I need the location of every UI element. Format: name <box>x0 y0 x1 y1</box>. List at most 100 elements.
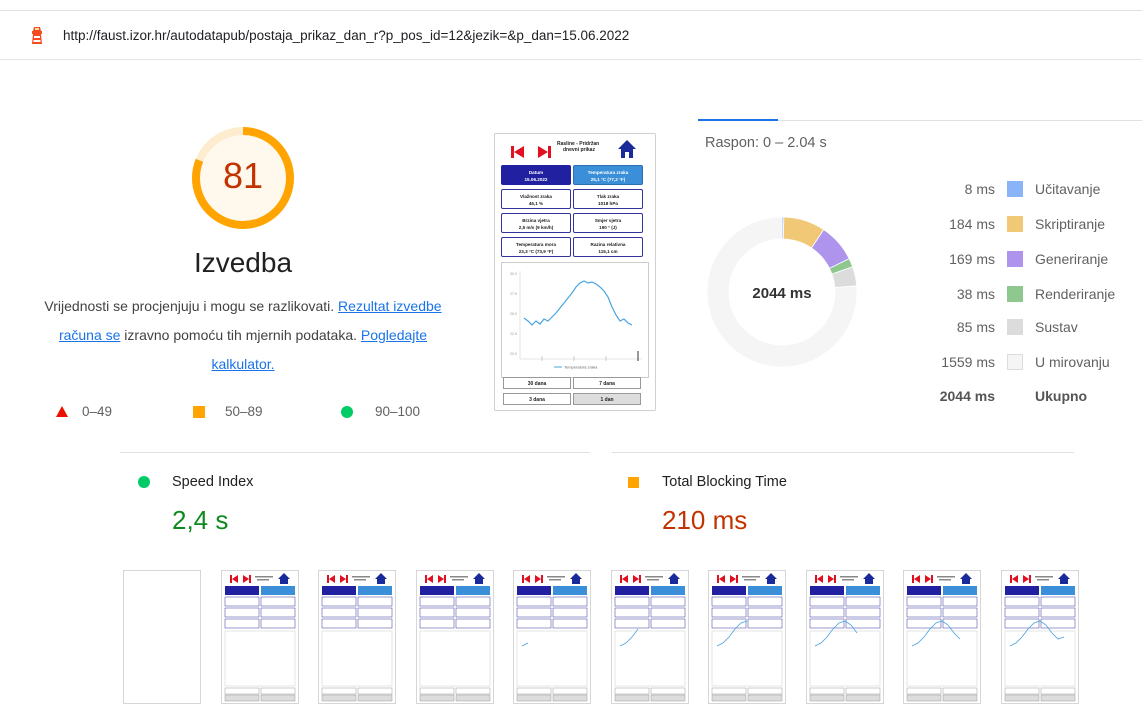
category-title: Izvedba <box>193 247 293 278</box>
breakdown-total-row: 2044 ms Ukupno <box>900 386 1087 406</box>
legend-swatch-icon <box>1007 216 1023 232</box>
breakdown-label: U mirovanju <box>1035 354 1110 370</box>
filmstrip-frame[interactable] <box>610 570 689 704</box>
metric-total-blocking-time: Total Blocking Time <box>628 474 787 490</box>
next-icon <box>538 146 548 158</box>
preview-cell-label: Datum <box>528 170 544 175</box>
orange-square-icon <box>628 476 639 488</box>
filmstrip-frame[interactable] <box>220 570 299 704</box>
preview-cell: Datum 15.06.2022 <box>501 165 571 185</box>
preview-cell-label: Brzina vjetra <box>522 218 550 223</box>
legend-swatch-icon <box>1007 286 1023 302</box>
preview-title: Rasline - Pridržan dnevni prikaz <box>557 141 599 153</box>
preview-cell-value: 25,1 °C (77,2 °F) <box>590 177 626 182</box>
preview-cell: Brzina vjetra 2,5 m/s (9 km/h) <box>501 213 571 233</box>
url-divider <box>0 59 1142 60</box>
breakdown-label: Renderiranje <box>1035 286 1116 302</box>
breakdown-label: Učitavanje <box>1035 181 1101 197</box>
legend-average-label: 50–89 <box>225 404 263 419</box>
legend-swatch-icon <box>1007 251 1023 267</box>
legend-swatch-icon <box>1007 319 1023 335</box>
filmstrip-frame[interactable] <box>513 570 591 704</box>
breakdown-label: Generiranje <box>1035 251 1109 267</box>
breakdown-total-value: 2044 ms <box>939 388 995 404</box>
preview-cell-value: 2,5 m/s (9 km/h) <box>518 225 554 230</box>
preview-cell: Tlak zraka 1018 hPa <box>573 189 643 209</box>
breakdown-row: 169 ms Generiranje <box>900 249 1108 269</box>
previous-icon <box>514 146 524 158</box>
lighthouse-icon <box>32 27 42 44</box>
legend-fail: 0–49 <box>56 404 112 419</box>
preview-cell-label: Temperatura mora <box>516 242 556 247</box>
metric-speed-index: Speed Index <box>138 474 253 490</box>
metrics-divider-right <box>612 452 1074 453</box>
svg-text:30.0: 30.0 <box>510 272 517 276</box>
active-tab-indicator[interactable] <box>698 119 778 121</box>
preview-cell: Vlažnost zraka 46,1 % <box>501 189 571 209</box>
breakdown-label: Sustav <box>1035 319 1078 335</box>
performance-score: 81 <box>222 155 264 196</box>
range-30-days-button[interactable]: 30 dana <box>503 377 571 389</box>
breakdown-total-label: Ukupno <box>1035 388 1088 404</box>
filmstrip-frame[interactable] <box>123 570 201 704</box>
preview-cell-value: 46,1 % <box>528 201 544 206</box>
last-icon-bar <box>548 146 551 158</box>
filmstrip-frame[interactable] <box>1000 570 1079 704</box>
temperature-chart: 30.0 27.5 25.0 22.5 20.0 Temperatura zraka <box>501 262 649 378</box>
chart-legend-label: Temperatura zraka <box>564 365 598 370</box>
speed-index-value: 2,4 s <box>172 505 229 535</box>
preview-cell-value: 115,1 cm <box>598 249 618 254</box>
breakdown-value: 169 ms <box>949 251 995 267</box>
preview-cell-value: 23,3 °C (73,9 °F) <box>518 249 554 254</box>
legend-fail-label: 0–49 <box>82 404 113 419</box>
svg-text:20.0: 20.0 <box>510 352 517 356</box>
preview-cell-label: Vlažnost zraka <box>520 194 552 199</box>
range-1-day-button[interactable]: 1 dan <box>573 393 641 405</box>
top-divider <box>0 10 1142 11</box>
green-circle-icon <box>341 405 353 418</box>
breakdown-row: 184 ms Skriptiranje <box>900 214 1105 234</box>
breakdown-label: Skriptiranje <box>1035 216 1106 232</box>
legend-swatch-icon <box>1007 354 1023 370</box>
breakdown-value: 1559 ms <box>941 354 995 370</box>
filmstrip-frame[interactable] <box>318 570 396 704</box>
preview-cell-value: 190 ° (J) <box>599 225 617 230</box>
preview-cell: Temperatura mora 23,3 °C (73,9 °F) <box>501 237 571 257</box>
legend-pass: 90–100 <box>341 404 420 419</box>
score-description: Vrijednosti se procjenjuju i mogu se raz… <box>30 292 456 379</box>
description-text-2: izravno pomoću tih mjernih podataka. <box>120 327 361 343</box>
description-text-1: Vrijednosti se procjenjuju i mogu se raz… <box>44 298 339 314</box>
preview-title-line2: dnevni prikaz <box>563 147 595 153</box>
preview-cell: Temperatura zraka 25,1 °C (77,2 °F) <box>573 165 643 185</box>
breakdown-value: 85 ms <box>956 319 995 335</box>
tbt-value: 210 ms <box>662 505 748 535</box>
tbt-title: Total Blocking Time <box>662 474 787 490</box>
filmstrip-frame[interactable] <box>903 570 981 704</box>
range-7-days-button[interactable]: 7 dana <box>573 377 641 389</box>
final-screenshot[interactable]: Rasline - Pridržan dnevni prikaz Datum 15… <box>494 133 656 411</box>
breakdown-row: 8 ms Učitavanje <box>900 179 1100 199</box>
svg-text:27.5: 27.5 <box>510 292 517 296</box>
svg-text:25.0: 25.0 <box>510 312 517 316</box>
preview-cell-label: Temperatura zraka <box>587 170 629 175</box>
preview-cell: Razina relativna 115,1 cm <box>573 237 643 257</box>
home-icon <box>618 140 636 158</box>
preview-cell: Smjer vjetra 190 ° (J) <box>573 213 643 233</box>
speed-index-title: Speed Index <box>172 474 254 490</box>
preview-cell-label: Razina relativna <box>590 242 626 247</box>
filmstrip-frame[interactable] <box>708 570 786 704</box>
filmstrip-frame[interactable] <box>415 570 494 704</box>
filmstrip-frame[interactable] <box>805 570 884 704</box>
legend-pass-label: 90–100 <box>375 404 421 419</box>
breakdown-row: 1559 ms U mirovanju <box>900 352 1110 372</box>
green-circle-icon <box>138 476 150 488</box>
breakdown-row: 38 ms Renderiranje <box>900 284 1115 304</box>
time-range: Raspon: 0 – 2.04 s <box>705 135 827 151</box>
preview-header: Rasline - Pridržan dnevni prikaz <box>495 134 655 164</box>
breakdown-value: 38 ms <box>956 286 995 302</box>
svg-text:22.5: 22.5 <box>510 332 517 336</box>
breakdown-value: 8 ms <box>964 181 995 197</box>
donut-total-label: 2044 ms <box>752 285 812 302</box>
range-3-days-button[interactable]: 3 dana <box>503 393 571 405</box>
page-url[interactable]: http://faust.izor.hr/autodatapub/postaja… <box>63 28 629 43</box>
